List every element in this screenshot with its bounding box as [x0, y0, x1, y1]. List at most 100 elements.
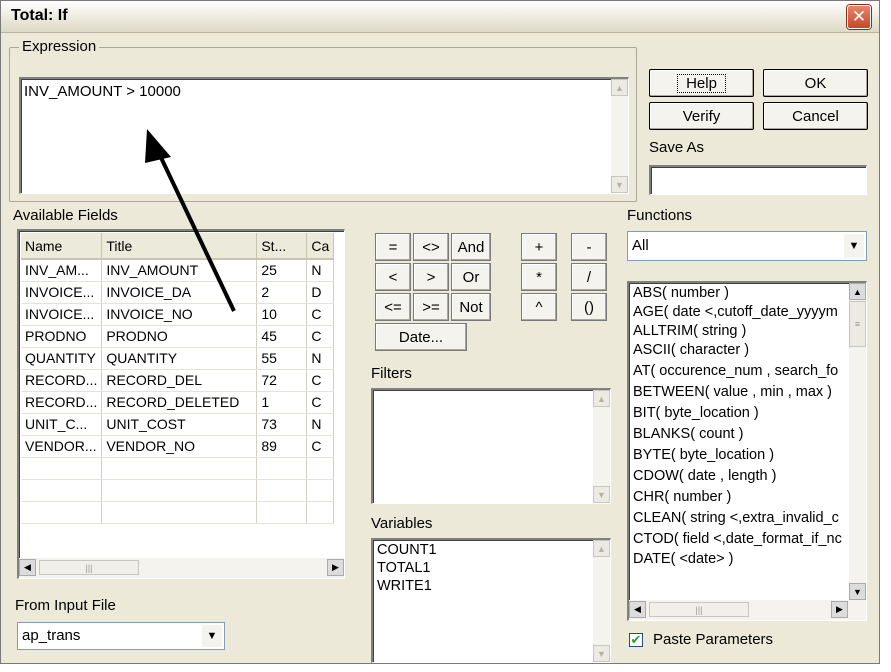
functions-list[interactable]: ABS( number ) AGE( date <,cutoff_date_yy…: [627, 281, 867, 621]
operator-not-equal-button[interactable]: <>: [413, 233, 449, 261]
operator-power-button[interactable]: ^: [521, 293, 557, 321]
operator-less-button[interactable]: <: [375, 263, 411, 291]
table-row[interactable]: INVOICE... INVOICE_NO 10 C: [21, 303, 335, 326]
scroll-left-icon[interactable]: ◀: [629, 601, 646, 618]
scroll-up-icon[interactable]: ▲: [611, 79, 628, 96]
list-item[interactable]: BLANKS( count ): [633, 426, 743, 442]
cell-name: RECORD...: [21, 369, 103, 392]
ok-button[interactable]: OK: [763, 69, 868, 97]
cell-category: C: [306, 369, 335, 392]
cell-start: 25: [256, 259, 308, 282]
verify-button-label: Verify: [682, 107, 721, 125]
chevron-down-icon[interactable]: ▼: [844, 234, 864, 258]
list-item[interactable]: TOTAL1: [377, 560, 430, 576]
list-item[interactable]: COUNT1: [377, 542, 437, 558]
list-item[interactable]: BIT( byte_location ): [633, 405, 759, 421]
expression-scrollbar[interactable]: ▲ ▼: [611, 79, 628, 193]
help-button[interactable]: Help: [649, 69, 754, 97]
table-row[interactable]: RECORD... RECORD_DEL 72 C: [21, 369, 335, 392]
table-row: [21, 457, 335, 480]
operator-plus-button[interactable]: +: [521, 233, 557, 261]
chevron-down-icon[interactable]: ▼: [202, 625, 222, 647]
verify-button[interactable]: Verify: [649, 102, 754, 130]
scroll-left-icon[interactable]: ◀: [19, 559, 36, 576]
operator-or-button[interactable]: Or: [451, 263, 491, 291]
operator-and-button[interactable]: And: [451, 233, 491, 261]
fields-header-row: Name Title St... Ca: [21, 233, 335, 260]
scroll-down-icon[interactable]: ▼: [593, 645, 610, 662]
list-item[interactable]: WRITE1: [377, 578, 432, 594]
filters-scrollbar[interactable]: ▲ ▼: [593, 390, 610, 503]
column-header-name[interactable]: Name: [21, 233, 103, 260]
list-item[interactable]: CTOD( field <,date_format_if_nc: [633, 531, 842, 547]
operator-minus-button[interactable]: -: [571, 233, 607, 261]
op-label: =: [388, 238, 398, 256]
operator-parentheses-button[interactable]: (): [571, 293, 607, 321]
functions-scrollbar[interactable]: ▲ ≡ ▼: [849, 283, 866, 600]
op-label: -: [586, 238, 592, 256]
op-label: <>: [422, 238, 440, 256]
list-item[interactable]: CHR( number ): [633, 489, 731, 505]
cell-start: 73: [256, 413, 308, 436]
cell-category: N: [306, 347, 335, 370]
cancel-button[interactable]: Cancel: [763, 102, 868, 130]
operator-greater-equal-button[interactable]: >=: [413, 293, 449, 321]
paste-parameters-checkbox[interactable]: ✔: [629, 632, 643, 647]
column-header-start[interactable]: St...: [256, 233, 308, 260]
scroll-down-icon[interactable]: ▼: [593, 486, 610, 503]
functions-category-select[interactable]: All ▼: [627, 231, 867, 261]
operator-divide-button[interactable]: /: [571, 263, 607, 291]
variables-scrollbar[interactable]: ▲ ▼: [593, 540, 610, 662]
list-item[interactable]: CLEAN( string <,extra_invalid_c: [633, 510, 839, 526]
list-item[interactable]: AGE( date <,cutoff_date_yyyym: [633, 304, 838, 320]
functions-hscrollbar[interactable]: ◀ ||| ▶: [629, 600, 866, 620]
help-button-label: Help: [677, 73, 726, 93]
dialog-title: Total: If: [11, 7, 68, 24]
list-item[interactable]: BETWEEN( value , min , max ): [633, 384, 832, 400]
column-header-title[interactable]: Title: [101, 233, 258, 260]
column-header-category[interactable]: Ca: [306, 233, 335, 260]
scroll-thumb-icon[interactable]: ≡: [849, 301, 866, 347]
close-button[interactable]: ✕: [847, 5, 871, 29]
date-button[interactable]: Date...: [375, 323, 467, 351]
scroll-thumb-icon[interactable]: |||: [39, 560, 139, 575]
cell-start: 55: [256, 347, 308, 370]
table-row[interactable]: UNIT_C... UNIT_COST 73 N: [21, 413, 335, 436]
available-fields-list[interactable]: Name Title St... Ca INV_AM... INV_AMOUNT 2…: [17, 229, 345, 579]
cell-start: 45: [256, 325, 308, 348]
list-item[interactable]: ASCII( character ): [633, 342, 749, 358]
table-row[interactable]: RECORD... RECORD_DELETED 1 C: [21, 391, 335, 414]
operator-greater-button[interactable]: >: [413, 263, 449, 291]
list-item[interactable]: CDOW( date , length ): [633, 468, 776, 484]
variables-list[interactable]: COUNT1 TOTAL1 WRITE1 ▲ ▼: [371, 538, 611, 663]
save-as-input[interactable]: [649, 165, 867, 195]
table-row[interactable]: VENDOR... VENDOR_NO 89 C: [21, 435, 335, 458]
filters-list[interactable]: ▲ ▼: [371, 388, 611, 504]
scroll-up-icon[interactable]: ▲: [849, 283, 866, 300]
operator-equals-button[interactable]: =: [375, 233, 411, 261]
scroll-right-icon[interactable]: ▶: [327, 559, 344, 576]
scroll-thumb-icon[interactable]: |||: [649, 602, 749, 617]
scroll-right-icon[interactable]: ▶: [831, 601, 848, 618]
scroll-up-icon[interactable]: ▲: [593, 390, 610, 407]
table-row[interactable]: QUANTITY QUANTITY 55 N: [21, 347, 335, 370]
list-item[interactable]: ABS( number ): [633, 285, 729, 301]
list-item[interactable]: BYTE( byte_location ): [633, 447, 774, 463]
list-item[interactable]: DATE( <date> ): [633, 551, 733, 567]
from-input-file-select[interactable]: ap_trans ▼: [17, 622, 225, 650]
fields-hscrollbar[interactable]: ◀ ||| ▶: [19, 558, 344, 578]
table-row[interactable]: PRODNO PRODNO 45 C: [21, 325, 335, 348]
list-item[interactable]: AT( occurence_num , search_fo: [633, 363, 838, 379]
scroll-down-icon[interactable]: ▼: [611, 176, 628, 193]
expression-editor[interactable]: INV_AMOUNT > 10000 ▲ ▼: [19, 77, 629, 194]
operator-not-button[interactable]: Not: [451, 293, 491, 321]
list-item[interactable]: ALLTRIM( string ): [633, 323, 746, 339]
scroll-up-icon[interactable]: ▲: [593, 540, 610, 557]
operator-multiply-button[interactable]: *: [521, 263, 557, 291]
table-row[interactable]: INVOICE... INVOICE_DA 2 D: [21, 281, 335, 304]
cell-title: PRODNO: [101, 325, 258, 348]
operator-less-equal-button[interactable]: <=: [375, 293, 411, 321]
scroll-down-icon[interactable]: ▼: [849, 583, 866, 600]
table-row[interactable]: INV_AM... INV_AMOUNT 25 N: [21, 259, 335, 282]
cell-name: INVOICE...: [21, 281, 103, 304]
